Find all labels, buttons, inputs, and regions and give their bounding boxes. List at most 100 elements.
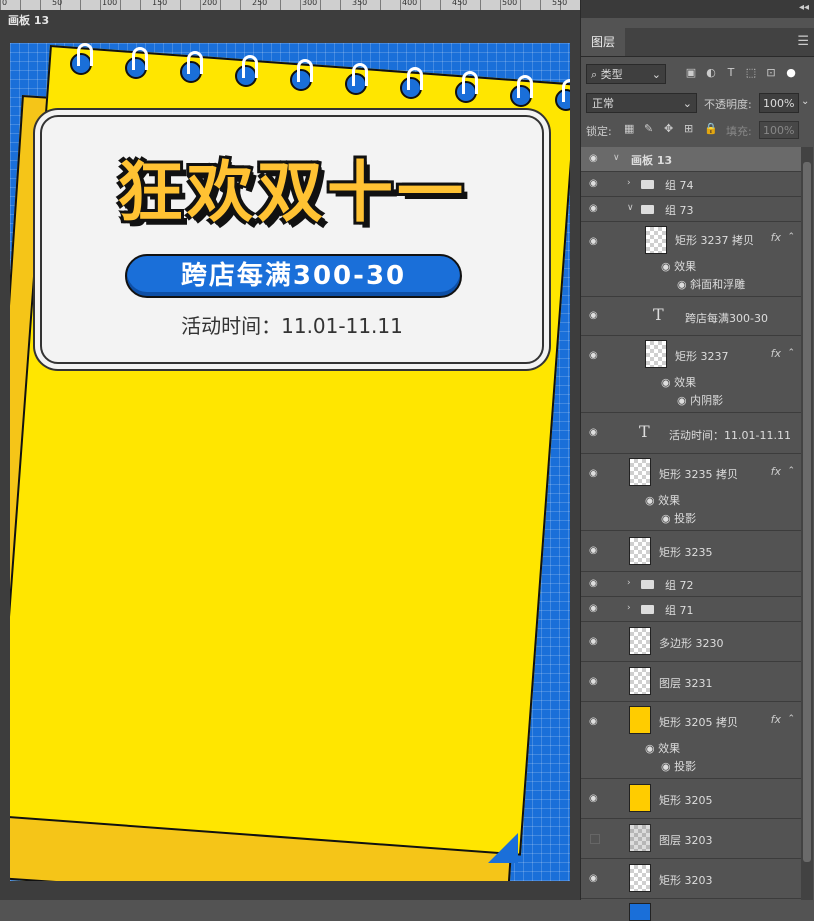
ruler-label: 300 xyxy=(302,0,318,7)
artboard-canvas[interactable]: 狂欢双十一 跨店每满300-30 活动时间：11.01-11.11 xyxy=(10,43,570,881)
effect-item[interactable]: ◉ 投影 xyxy=(661,510,696,526)
visibility-off-icon[interactable] xyxy=(590,834,600,844)
ruler-label: 450 xyxy=(452,0,468,7)
opacity-field[interactable]: 100% xyxy=(759,93,799,113)
shape-filter-icon[interactable]: ⬚ xyxy=(744,66,758,80)
layer-row-group-73[interactable]: ◉ ∨ 组 73 xyxy=(581,197,801,222)
filter-row: ⌕ 类型 ⌄ ▣ ◐ T ⬚ ⊡ ● xyxy=(586,64,810,86)
layer-row-layer-3231[interactable]: ◉ 图层 3231 xyxy=(581,662,801,702)
lock-transparent-icon[interactable]: ▦ xyxy=(624,122,634,135)
scrollbar-thumb[interactable] xyxy=(803,162,811,862)
eye-icon[interactable]: ◉ xyxy=(589,427,598,438)
filter-select[interactable]: ⌕ 类型 ⌄ xyxy=(586,64,666,84)
chevron-right-icon[interactable]: › xyxy=(627,603,631,613)
layer-name: 矩形 3205 xyxy=(659,794,713,807)
eye-icon[interactable]: ◉ xyxy=(589,178,598,189)
folder-open-icon xyxy=(641,205,654,214)
adjustment-filter-icon[interactable]: ◐ xyxy=(704,66,718,80)
layer-name: 多边形 3230 xyxy=(659,637,724,650)
eye-icon[interactable]: ◉ xyxy=(589,873,598,884)
effect-item[interactable]: ◉ 斜面和浮雕 xyxy=(677,276,745,292)
chevron-up-icon[interactable]: ⌃ xyxy=(787,714,795,724)
fx-icon[interactable]: fx xyxy=(771,347,781,360)
eye-icon[interactable]: ◉ xyxy=(589,793,598,804)
layer-row-polygon-3230[interactable]: ◉ 多边形 3230 xyxy=(581,622,801,662)
pixel-filter-icon[interactable]: ▣ xyxy=(684,66,698,80)
eye-icon[interactable]: ◉ xyxy=(589,545,598,556)
layer-row-rect-3235-copy[interactable]: ◉ 矩形 3235 拷贝 fx ⌃ ◉ 效果 ◉ 投影 xyxy=(581,454,801,531)
eye-icon[interactable]: ◉ xyxy=(589,236,598,247)
layer-thumbnail xyxy=(645,226,667,254)
artboard-label[interactable]: 画板 13 xyxy=(8,12,49,28)
eye-icon[interactable]: ◉ xyxy=(589,603,598,614)
ring-icon xyxy=(400,67,423,99)
lock-brush-icon[interactable]: ✎ xyxy=(644,122,653,135)
text-layer-icon: T xyxy=(639,422,650,441)
folder-icon xyxy=(641,605,654,614)
ring-icon xyxy=(235,55,258,87)
layer-row-artboard-13[interactable]: ◉ ∨ 画板 13 xyxy=(581,147,801,172)
layers-scrollbar[interactable] xyxy=(801,147,813,900)
layer-row-rect-3205-copy[interactable]: ◉ 矩形 3205 拷贝 fx ⌃ ◉ 效果 ◉ 投影 xyxy=(581,702,801,779)
eye-icon[interactable]: ◉ xyxy=(589,676,598,687)
lock-all-icon[interactable]: 🔒 xyxy=(704,122,718,135)
eye-icon[interactable]: ◉ xyxy=(589,636,598,647)
eye-icon[interactable]: ◉ xyxy=(589,468,598,479)
filter-toggle-icon[interactable]: ● xyxy=(784,66,798,80)
panel-menu-icon[interactable]: ☰ xyxy=(797,34,809,49)
layer-thumbnail xyxy=(629,537,651,565)
layer-name: 矩形 3235 拷贝 xyxy=(659,468,738,481)
fill-field[interactable]: 100% xyxy=(759,121,799,139)
layer-name: 组 71 xyxy=(665,604,694,617)
panel-tabbar: 图层 ☰ xyxy=(581,28,814,57)
smart-object-filter-icon[interactable]: ⊡ xyxy=(764,66,778,80)
eye-icon[interactable]: ◉ xyxy=(589,203,598,214)
type-filter-icon[interactable]: T xyxy=(724,66,738,80)
chevron-down-icon[interactable]: ∨ xyxy=(627,203,634,213)
effect-name: 效果 xyxy=(674,376,697,389)
layer-row-text-promo[interactable]: ◉ T 跨店每满300-30 xyxy=(581,297,801,336)
effects-label: ◉ 效果 xyxy=(645,742,681,755)
layer-thumbnail xyxy=(629,627,651,655)
chevron-down-icon[interactable]: ∨ xyxy=(613,153,620,163)
chevron-up-icon[interactable]: ⌃ xyxy=(787,232,795,242)
fx-icon[interactable]: fx xyxy=(771,713,781,726)
layer-row-group-72[interactable]: ◉ › 组 72 xyxy=(581,572,801,597)
layer-row-text-date[interactable]: ◉ T 活动时间：11.01-11.11 xyxy=(581,413,801,454)
chevron-up-icon[interactable]: ⌃ xyxy=(787,466,795,476)
eye-icon[interactable]: ◉ xyxy=(589,578,598,589)
chevron-right-icon[interactable]: › xyxy=(627,178,631,188)
lock-artboard-icon[interactable]: ⊞ xyxy=(684,122,693,135)
layers-panel: ◂◂ 图层 ☰ ⌕ 类型 ⌄ ▣ ◐ T ⬚ ⊡ ● 正常 ⌄ 不透明度: 10… xyxy=(580,0,814,921)
layer-row-rect-3237[interactable]: ◉ 矩形 3237 fx ⌃ ◉ 效果 ◉ 内阴影 xyxy=(581,336,801,413)
tab-layers[interactable]: 图层 xyxy=(581,28,626,56)
layer-row-group-74[interactable]: ◉ › 组 74 xyxy=(581,172,801,197)
filter-select-value: 类型 xyxy=(600,68,623,81)
chevron-up-icon[interactable]: ⌃ xyxy=(787,348,795,358)
chevron-down-icon[interactable]: ⌄ xyxy=(801,96,809,107)
chevron-right-icon[interactable]: › xyxy=(627,578,631,588)
lock-position-icon[interactable]: ✥ xyxy=(664,122,673,135)
canvas-area[interactable]: 画板 13 狂欢双十一 跨店每满300-30 活动时间：11.01-11.11 xyxy=(0,10,580,900)
eye-icon[interactable]: ◉ xyxy=(589,310,598,321)
layer-row-layer-3203[interactable]: 图层 3203 xyxy=(581,819,801,859)
blend-mode-select[interactable]: 正常 ⌄ xyxy=(586,93,697,113)
layer-row-rect-3203[interactable]: ◉ 矩形 3203 xyxy=(581,859,801,899)
effect-name: 投影 xyxy=(674,760,697,773)
layer-row-partial[interactable] xyxy=(581,899,801,921)
effect-item[interactable]: ◉ 投影 xyxy=(661,758,696,774)
ruler-label: 500 xyxy=(502,0,518,7)
fx-icon[interactable]: fx xyxy=(771,231,781,244)
effects-label: ◉ 效果 xyxy=(661,376,697,389)
collapse-icon[interactable]: ◂◂ xyxy=(799,2,809,13)
eye-icon[interactable]: ◉ xyxy=(589,153,598,164)
layer-row-rect-3205[interactable]: ◉ 矩形 3205 xyxy=(581,779,801,819)
ruler-label: 100 xyxy=(102,0,118,7)
effect-item[interactable]: ◉ 内阴影 xyxy=(677,392,723,408)
layer-row-rect-3235[interactable]: ◉ 矩形 3235 xyxy=(581,531,801,572)
eye-icon[interactable]: ◉ xyxy=(589,716,598,727)
layer-row-group-71[interactable]: ◉ › 组 71 xyxy=(581,597,801,622)
fx-icon[interactable]: fx xyxy=(771,465,781,478)
eye-icon[interactable]: ◉ xyxy=(589,350,598,361)
layer-row-rect-3237-copy[interactable]: ◉ 矩形 3237 拷贝 fx ⌃ ◉ 效果 ◉ 斜面和浮雕 xyxy=(581,222,801,297)
